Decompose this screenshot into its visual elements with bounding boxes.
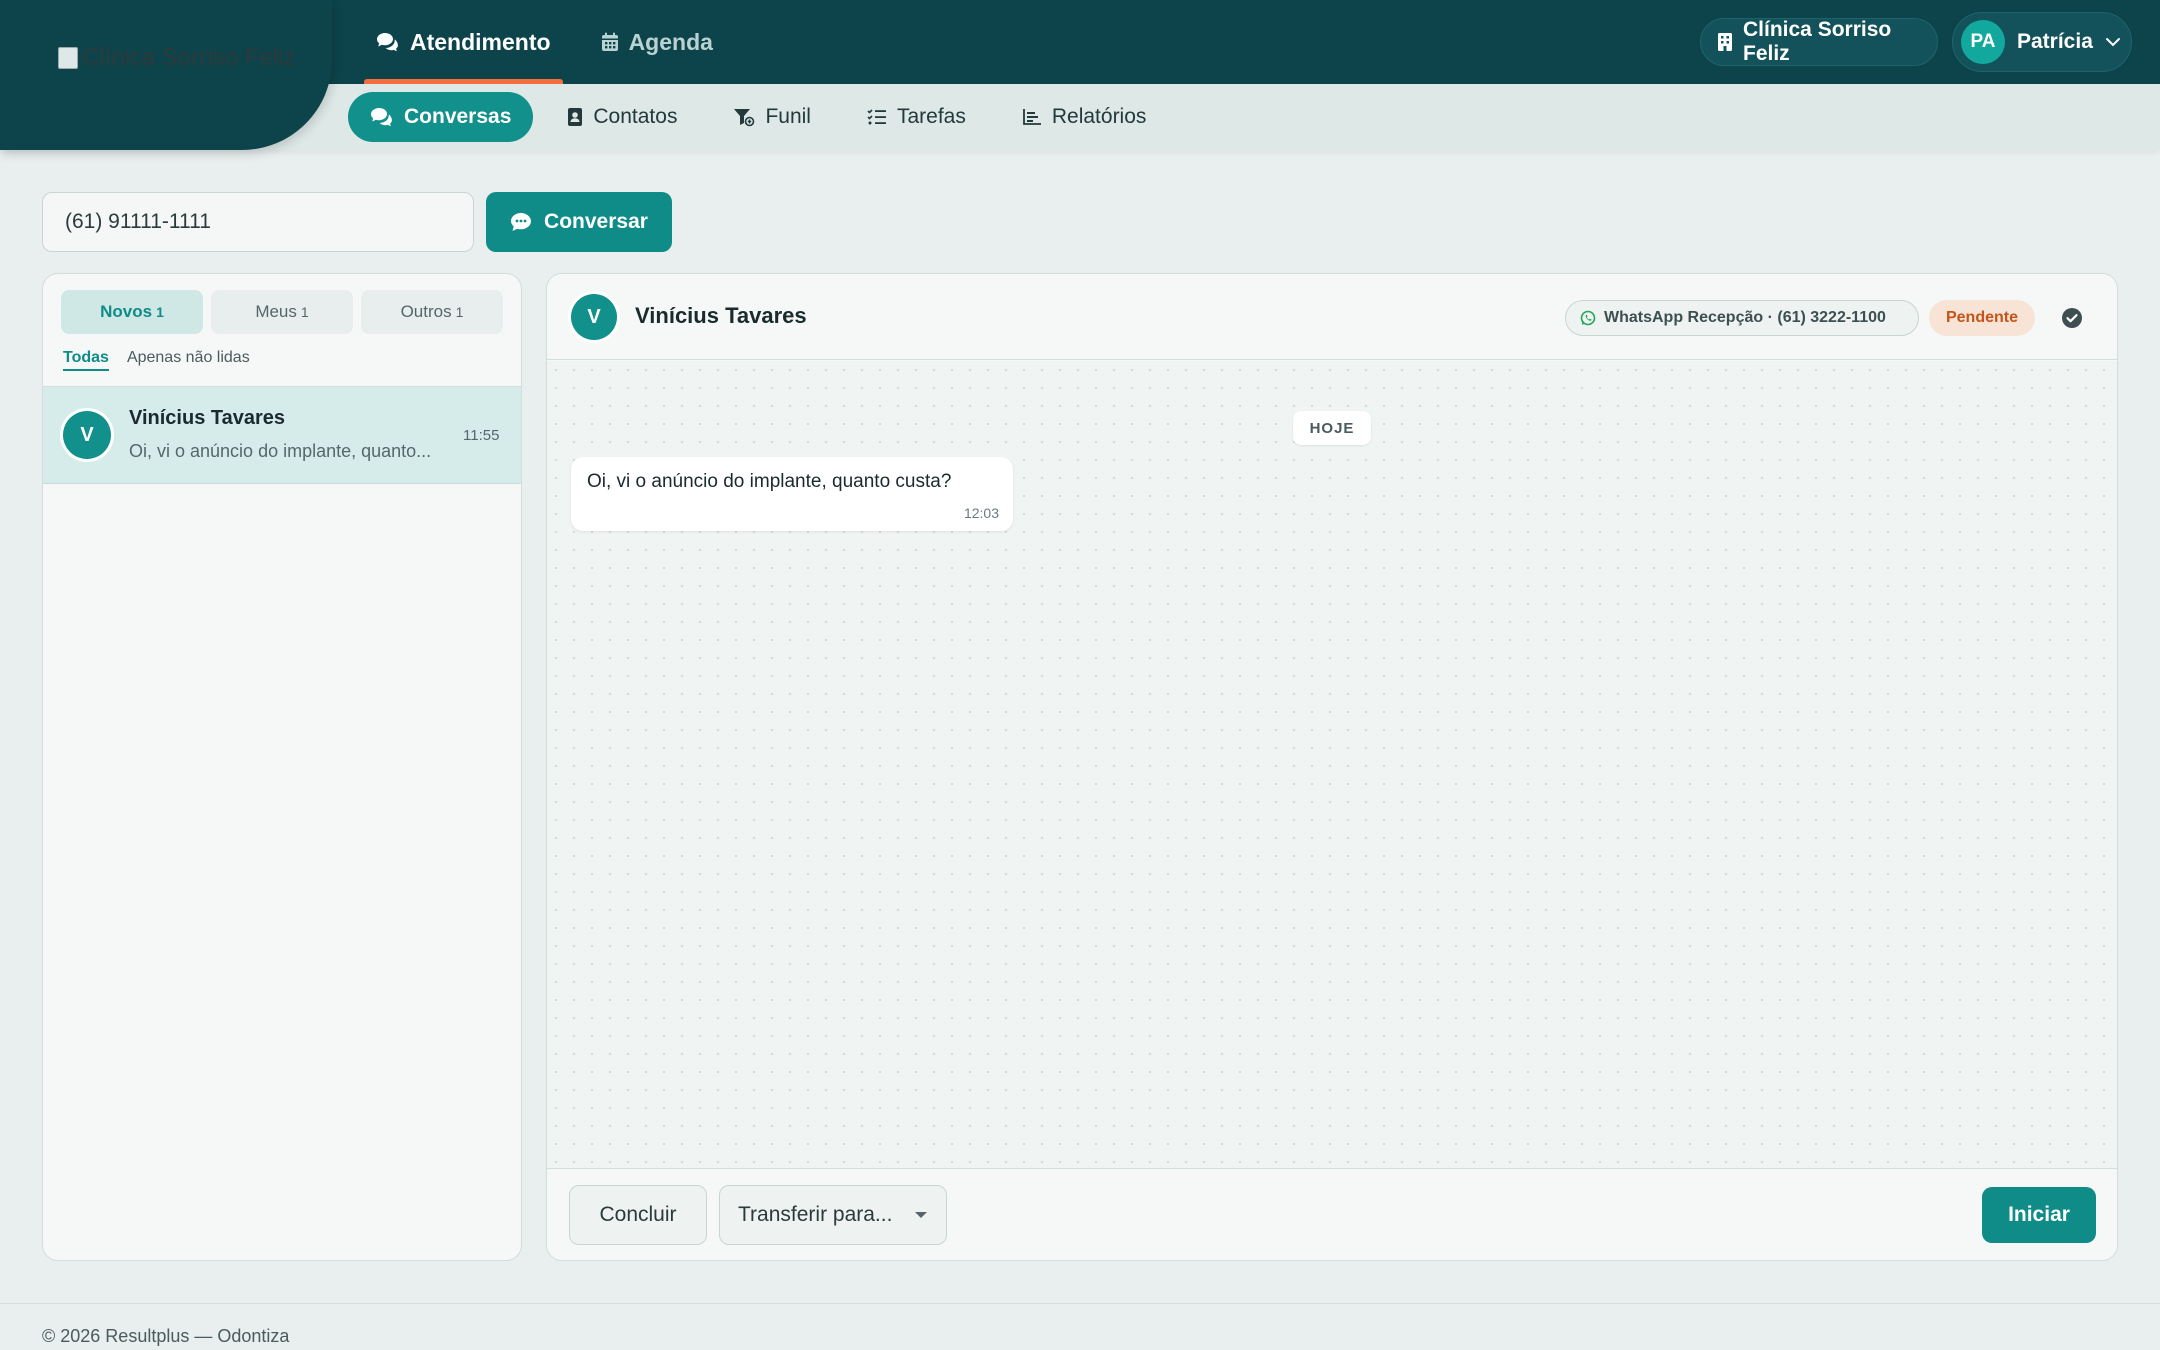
phone-input[interactable] bbox=[42, 192, 474, 252]
sub-tab-label: Contatos bbox=[593, 105, 678, 128]
funnel-icon bbox=[733, 107, 755, 127]
message-time: 11:55 bbox=[463, 427, 500, 444]
segment-outros[interactable]: Outros 1 bbox=[361, 290, 503, 334]
sub-tab-label: Funil bbox=[765, 105, 811, 128]
chat-contact-name[interactable]: Vinícius Tavares bbox=[635, 303, 807, 329]
message-bubble: Oi, vi o anúncio do implante, quanto cus… bbox=[571, 457, 1013, 531]
sub-tab-contatos[interactable]: Contatos bbox=[545, 92, 699, 142]
transfer-select[interactable]: Transferir para... bbox=[719, 1185, 947, 1245]
start-conversation-label: Conversar bbox=[544, 210, 648, 233]
task-list-icon bbox=[867, 108, 887, 126]
start-conversation-button[interactable]: Conversar bbox=[486, 192, 672, 252]
message-area[interactable]: HOJE Oi, vi o anúncio do implante, quant… bbox=[547, 361, 2117, 1168]
clinic-switcher[interactable]: Clínica Sorriso Feliz bbox=[1700, 18, 1938, 66]
sub-tab-funil[interactable]: Funil bbox=[711, 92, 833, 142]
comments-icon bbox=[376, 32, 400, 52]
chat-panel: V Vinícius Tavares WhatsApp Recepção · (… bbox=[546, 273, 2118, 1261]
chevron-down-icon bbox=[2105, 37, 2121, 47]
filter-unread[interactable]: Apenas não lidas bbox=[127, 349, 250, 371]
sub-tab-conversas[interactable]: Conversas bbox=[348, 92, 534, 142]
user-menu[interactable]: PA Patrícia bbox=[1952, 12, 2132, 72]
segment-meus[interactable]: Meus 1 bbox=[211, 290, 353, 334]
chat-header: V Vinícius Tavares WhatsApp Recepção · (… bbox=[547, 274, 2117, 360]
conversation-filters: Todas Apenas não lidas bbox=[63, 349, 250, 371]
segment-novos[interactable]: Novos 1 bbox=[61, 290, 203, 334]
page-footer: © 2026 Resultplus — Odontiza bbox=[42, 1326, 290, 1346]
comment-dots-icon bbox=[510, 212, 532, 232]
top-tab-label: Agenda bbox=[628, 28, 713, 55]
contact-name: Vinícius Tavares bbox=[129, 407, 286, 429]
logo-alt-text: Clínica Sorriso Feliz bbox=[82, 44, 296, 71]
bar-chart-icon bbox=[1022, 108, 1042, 126]
sub-tab-label: Tarefas bbox=[896, 105, 966, 128]
day-separator: HOJE bbox=[1293, 411, 1371, 445]
avatar: PA bbox=[1961, 20, 2005, 64]
check-circle-icon[interactable] bbox=[2061, 307, 2083, 329]
segment-label: Meus bbox=[255, 302, 297, 321]
message-preview: Oi, vi o anúncio do implante, quanto... bbox=[129, 441, 432, 461]
address-book-icon bbox=[567, 107, 583, 127]
status-badge: Pendente bbox=[1929, 300, 2035, 336]
clinic-switcher-label: Clínica Sorriso Feliz bbox=[1743, 18, 1892, 65]
conversation-list-panel: Novos 1 Meus 1 Outros 1 Todas Apenas não… bbox=[42, 273, 522, 1261]
calendar-icon bbox=[601, 32, 619, 52]
segment-count: 1 bbox=[455, 304, 464, 320]
sub-tab-relatorios[interactable]: Relatórios bbox=[1000, 92, 1169, 142]
conclude-button[interactable]: Concluir bbox=[569, 1185, 707, 1245]
clinic-logo[interactable]: Clínica Sorriso Feliz bbox=[58, 44, 295, 72]
sub-tab-label: Conversas bbox=[404, 105, 512, 128]
top-tab-label: Atendimento bbox=[410, 28, 551, 55]
message-text: Oi, vi o anúncio do implante, quanto cus… bbox=[587, 471, 952, 492]
broken-image-icon bbox=[58, 47, 78, 69]
building-icon bbox=[1717, 32, 1733, 52]
top-tab-atendimento[interactable]: Atendimento bbox=[364, 0, 563, 84]
top-nav: Atendimento Agenda bbox=[364, 0, 755, 84]
caret-down-icon bbox=[914, 1211, 928, 1219]
conversation-segments: Novos 1 Meus 1 Outros 1 bbox=[61, 290, 503, 334]
start-button[interactable]: Iniciar bbox=[1982, 1187, 2096, 1243]
avatar: V bbox=[63, 411, 111, 459]
user-name: Patrícia bbox=[2017, 30, 2093, 53]
channel-label: WhatsApp Recepção · (61) 3222-1100 bbox=[1604, 309, 1886, 326]
logo-area[interactable]: Clínica Sorriso Feliz bbox=[0, 0, 332, 150]
sub-tab-tarefas[interactable]: Tarefas bbox=[845, 92, 988, 142]
whatsapp-icon bbox=[1580, 310, 1596, 326]
transfer-select-label: Transferir para... bbox=[738, 1203, 893, 1226]
list-item[interactable]: V Vinícius Tavares Oi, vi o anúncio do i… bbox=[43, 387, 521, 484]
channel-badge: WhatsApp Recepção · (61) 3222-1100 bbox=[1565, 300, 1919, 336]
message-time: 12:03 bbox=[963, 505, 999, 521]
segment-count: 1 bbox=[300, 304, 309, 320]
filter-todas[interactable]: Todas bbox=[63, 349, 109, 371]
sub-nav: Conversas Contatos Funil Tarefas Relatór… bbox=[348, 92, 1180, 142]
segment-label: Outros bbox=[400, 302, 452, 321]
top-tab-agenda[interactable]: Agenda bbox=[593, 0, 721, 84]
segment-count: 1 bbox=[156, 304, 164, 320]
chat-footer: Concluir Transferir para... Iniciar bbox=[547, 1168, 2117, 1260]
comments-icon bbox=[370, 107, 394, 127]
sub-tab-label: Relatórios bbox=[1051, 105, 1147, 128]
segment-label: Novos bbox=[100, 302, 153, 321]
avatar: V bbox=[571, 294, 617, 340]
divider bbox=[0, 1303, 2160, 1304]
